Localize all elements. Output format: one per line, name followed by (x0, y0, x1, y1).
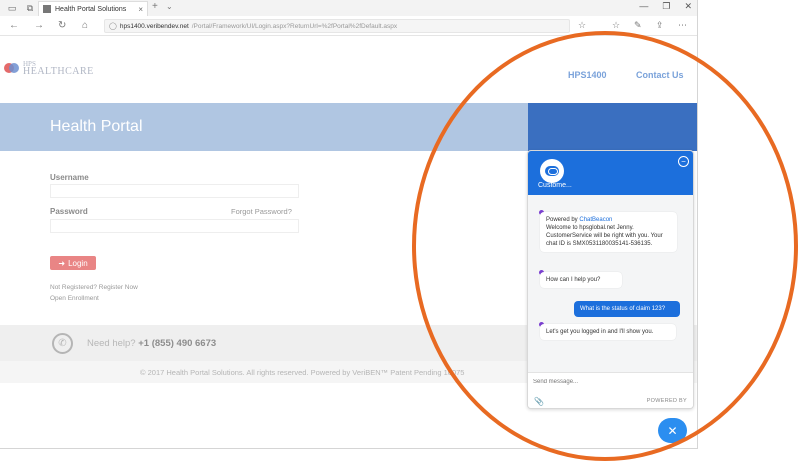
register-link[interactable]: Not Registered? Register Now (50, 284, 138, 291)
url-path: /Portal/Framework/UI/Login.aspx?ReturnUr… (191, 22, 398, 30)
window-menu-icon[interactable]: ▭ (6, 2, 18, 14)
window-controls: — ❐ ✕ (639, 1, 692, 12)
tab-dropdown-icon[interactable]: ⌄ (166, 2, 173, 11)
open-enrollment-link[interactable]: Open Enrollment (50, 295, 99, 302)
url-host: hps1400.veribendev.net (119, 22, 189, 30)
username-label: Username (50, 173, 89, 182)
back-button[interactable]: ← (9, 20, 19, 31)
help-phone-number[interactable]: +1 (855) 490 6673 (138, 338, 216, 349)
password-label: Password (50, 207, 88, 216)
login-arrow-icon: ➜ (58, 258, 66, 268)
share-icon[interactable]: ⇪ (656, 20, 664, 31)
close-window-button[interactable]: ✕ (684, 1, 692, 12)
tab-title: Health Portal Solutions (55, 5, 127, 13)
login-button-label: Login (68, 258, 88, 268)
home-button[interactable]: ⌂ (82, 20, 88, 31)
footer-text: © 2017 Health Portal Solutions. All righ… (140, 368, 465, 377)
tab-actions-icon[interactable]: ⧉ (24, 2, 36, 14)
forward-button[interactable]: → (34, 20, 44, 31)
phone-icon: ✆ (52, 333, 73, 354)
favorite-star-icon[interactable]: ☆ (578, 20, 586, 31)
new-tab-button[interactable]: + (152, 1, 158, 12)
refresh-button[interactable]: ↻ (58, 20, 66, 31)
tab-close-icon[interactable]: × (138, 5, 143, 14)
minimize-window-button[interactable]: — (639, 1, 648, 12)
username-field[interactable] (50, 184, 299, 198)
password-field[interactable] (50, 219, 299, 233)
login-button[interactable]: ➜ Login (50, 256, 96, 270)
page-info-icon: ◯ (109, 23, 117, 30)
logo-mark-icon (4, 62, 20, 74)
page-title: Health Portal (50, 118, 143, 135)
notes-pen-icon[interactable]: ✎ (634, 20, 642, 31)
favorites-hub-icon[interactable]: ☆ (612, 20, 620, 31)
help-text: Need help? +1 (855) 490 6673 (87, 338, 216, 349)
tab-favicon-icon (43, 5, 51, 13)
hps-logo[interactable]: HPS HEALTHCARE (4, 60, 94, 77)
help-question: Need help? (87, 338, 136, 349)
logo-text-big: HEALTHCARE (23, 66, 94, 77)
forgot-password-link[interactable]: Forgot Password? (231, 207, 292, 216)
highlight-circle (412, 31, 798, 461)
browser-tab[interactable]: Health Portal Solutions × (38, 1, 148, 16)
maximize-window-button[interactable]: ❐ (662, 1, 670, 12)
more-menu-icon[interactable]: ⋯ (678, 20, 687, 31)
tab-bar: ▭ ⧉ Health Portal Solutions × + ⌄ — ❐ ✕ (0, 0, 697, 16)
url-field[interactable]: ◯ hps1400.veribendev.net /Portal/Framewo… (104, 19, 570, 33)
